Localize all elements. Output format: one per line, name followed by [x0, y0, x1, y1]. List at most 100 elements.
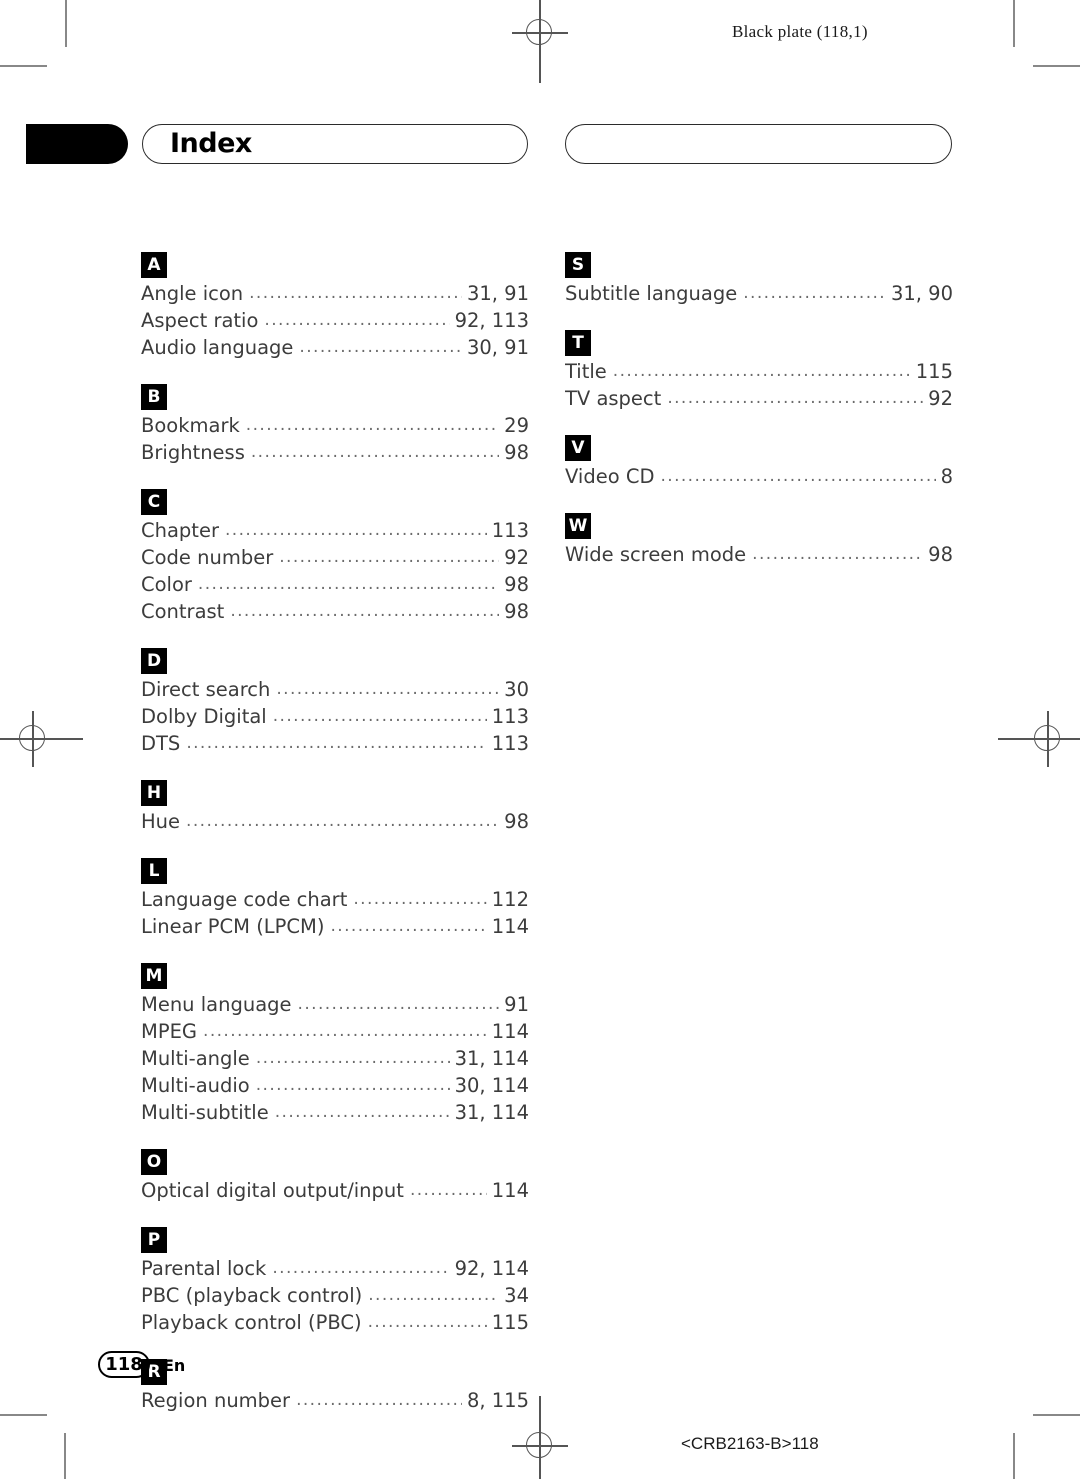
index-entry-leader-dots: ........................................…: [250, 442, 499, 462]
index-entry-term: Contrast: [141, 600, 225, 623]
index-entry-page-numbers: 91: [504, 993, 529, 1016]
index-letter-badge: O: [141, 1149, 167, 1175]
index-entry-page-numbers: 113: [491, 705, 529, 728]
index-letter-badge: D: [141, 648, 167, 674]
index-entry-page-numbers: 31, 114: [454, 1101, 529, 1124]
index-entry-leader-dots: ........................................…: [367, 1312, 487, 1332]
index-entry-page-numbers: 30: [504, 678, 529, 701]
index-entry-leader-dots: ........................................…: [274, 1102, 450, 1122]
index-entry-leader-dots: ........................................…: [197, 574, 499, 594]
index-entry-term: MPEG: [141, 1020, 198, 1043]
index-entry[interactable]: Dolby Digital...........................…: [141, 704, 529, 731]
index-entry-page-numbers: 8, 115: [466, 1389, 529, 1412]
index-group-l: L Language code chart....................…: [141, 858, 529, 941]
index-entry[interactable]: Playback control (PBC)..................…: [141, 1310, 529, 1337]
document-code: <CRB2163-B>118: [681, 1434, 819, 1453]
index-entry-leader-dots: ........................................…: [353, 889, 486, 909]
index-entry[interactable]: Video CD................................…: [565, 464, 953, 491]
index-entry-page-numbers: 113: [491, 732, 529, 755]
index-entry-term: Audio language: [141, 336, 294, 359]
index-entry[interactable]: Menu language...........................…: [141, 992, 529, 1019]
index-group-w: W Wide screen mode.......................…: [565, 513, 953, 569]
index-entry-leader-dots: ........................................…: [752, 544, 923, 564]
index-entry-term: Video CD: [565, 465, 655, 488]
index-entry-term: Color: [141, 573, 192, 596]
index-entry[interactable]: Bookmark................................…: [141, 413, 529, 440]
index-group-m: M Menu language..........................…: [141, 963, 529, 1127]
index-group-v: V Video CD...............................…: [565, 435, 953, 491]
index-entry-leader-dots: ........................................…: [203, 1021, 487, 1041]
index-entry-page-numbers: 30, 114: [454, 1074, 529, 1097]
index-entry[interactable]: Language code chart.....................…: [141, 887, 529, 914]
index-letter-badge: P: [141, 1227, 167, 1253]
index-entry-page-numbers: 114: [491, 1020, 529, 1043]
index-entry[interactable]: Angle icon..............................…: [141, 281, 529, 308]
index-entry[interactable]: Multi-angle.............................…: [141, 1046, 529, 1073]
index-entry-term: PBC (playback control): [141, 1284, 363, 1307]
trim-mark-bottom-right-vertical: [1013, 1433, 1015, 1479]
index-letter-badge: A: [141, 252, 167, 278]
index-entry[interactable]: PBC (playback control)..................…: [141, 1283, 529, 1310]
index-entry-term: Language code chart: [141, 888, 348, 911]
index-letter-badge: C: [141, 489, 167, 515]
index-entry-leader-dots: ........................................…: [230, 601, 499, 621]
index-entry-page-numbers: 92: [928, 387, 953, 410]
index-group-d: D Direct search..........................…: [141, 648, 529, 758]
index-entry[interactable]: Title...................................…: [565, 359, 953, 386]
index-entry-term: Brightness: [141, 441, 245, 464]
index-entry[interactable]: Wide screen mode........................…: [565, 542, 953, 569]
index-entry-page-numbers: 98: [504, 573, 529, 596]
index-entry[interactable]: Chapter.................................…: [141, 518, 529, 545]
index-entry-leader-dots: ........................................…: [245, 415, 500, 435]
index-entry-page-numbers: 113: [491, 519, 529, 542]
index-entry[interactable]: Linear PCM (LPCM).......................…: [141, 914, 529, 941]
trim-mark-bottom-left-horizontal: [0, 1414, 47, 1416]
index-entry-leader-dots: ........................................…: [255, 1048, 450, 1068]
index-entry[interactable]: Code number.............................…: [141, 545, 529, 572]
registration-mark-left: [0, 711, 83, 767]
index-entry[interactable]: Color...................................…: [141, 572, 529, 599]
page-number-badge: 118: [98, 1351, 150, 1378]
index-letter-badge: W: [565, 513, 591, 539]
index-letter-badge: M: [141, 963, 167, 989]
index-entry[interactable]: Direct search...........................…: [141, 677, 529, 704]
index-entry-page-numbers: 114: [491, 1179, 529, 1202]
index-entry-term: Code number: [141, 546, 274, 569]
index-entry-page-numbers: 92: [504, 546, 529, 569]
index-entry-leader-dots: ........................................…: [272, 1258, 450, 1278]
index-entry-leader-dots: ........................................…: [299, 337, 462, 357]
index-entry[interactable]: DTS.....................................…: [141, 731, 529, 758]
index-entry-leader-dots: ........................................…: [297, 994, 500, 1014]
index-letter-badge: T: [565, 330, 591, 356]
page-language-code: En: [163, 1356, 186, 1375]
index-entry-leader-dots: ........................................…: [186, 733, 486, 753]
index-entry-page-numbers: 30, 91: [466, 336, 529, 359]
index-entry-page-numbers: 115: [915, 360, 953, 383]
index-entry[interactable]: Brightness..............................…: [141, 440, 529, 467]
index-entry[interactable]: Audio language..........................…: [141, 335, 529, 362]
index-entry-term: Dolby Digital: [141, 705, 267, 728]
index-group-b: B Bookmark...............................…: [141, 384, 529, 467]
index-entry[interactable]: Contrast................................…: [141, 599, 529, 626]
index-entry[interactable]: Optical digital output/input............…: [141, 1178, 529, 1205]
index-entry-page-numbers: 98: [504, 810, 529, 833]
index-group-t: T Title..................................…: [565, 330, 953, 413]
document-page: Black plate (118,1) Index A Angle icon...…: [0, 0, 1080, 1479]
index-entry-term: Title: [565, 360, 607, 383]
index-entry[interactable]: Parental lock...........................…: [141, 1256, 529, 1283]
index-entry-page-numbers: 98: [504, 600, 529, 623]
index-entry[interactable]: Multi-audio.............................…: [141, 1073, 529, 1100]
index-entry[interactable]: Multi-subtitle..........................…: [141, 1100, 529, 1127]
index-letter-badge: L: [141, 858, 167, 884]
index-entry[interactable]: TV aspect...............................…: [565, 386, 953, 413]
trim-mark-top-right-horizontal: [1033, 65, 1080, 67]
index-entry-page-numbers: 98: [504, 441, 529, 464]
index-entry-term: Aspect ratio: [141, 309, 259, 332]
index-entry-term: Multi-audio: [141, 1074, 250, 1097]
index-entry[interactable]: Region number...........................…: [141, 1388, 529, 1415]
index-entry[interactable]: Subtitle language.......................…: [565, 281, 953, 308]
index-entry[interactable]: Hue.....................................…: [141, 809, 529, 836]
index-entry[interactable]: Aspect ratio............................…: [141, 308, 529, 335]
index-entry[interactable]: MPEG....................................…: [141, 1019, 529, 1046]
index-entry-term: Playback control (PBC): [141, 1311, 362, 1334]
